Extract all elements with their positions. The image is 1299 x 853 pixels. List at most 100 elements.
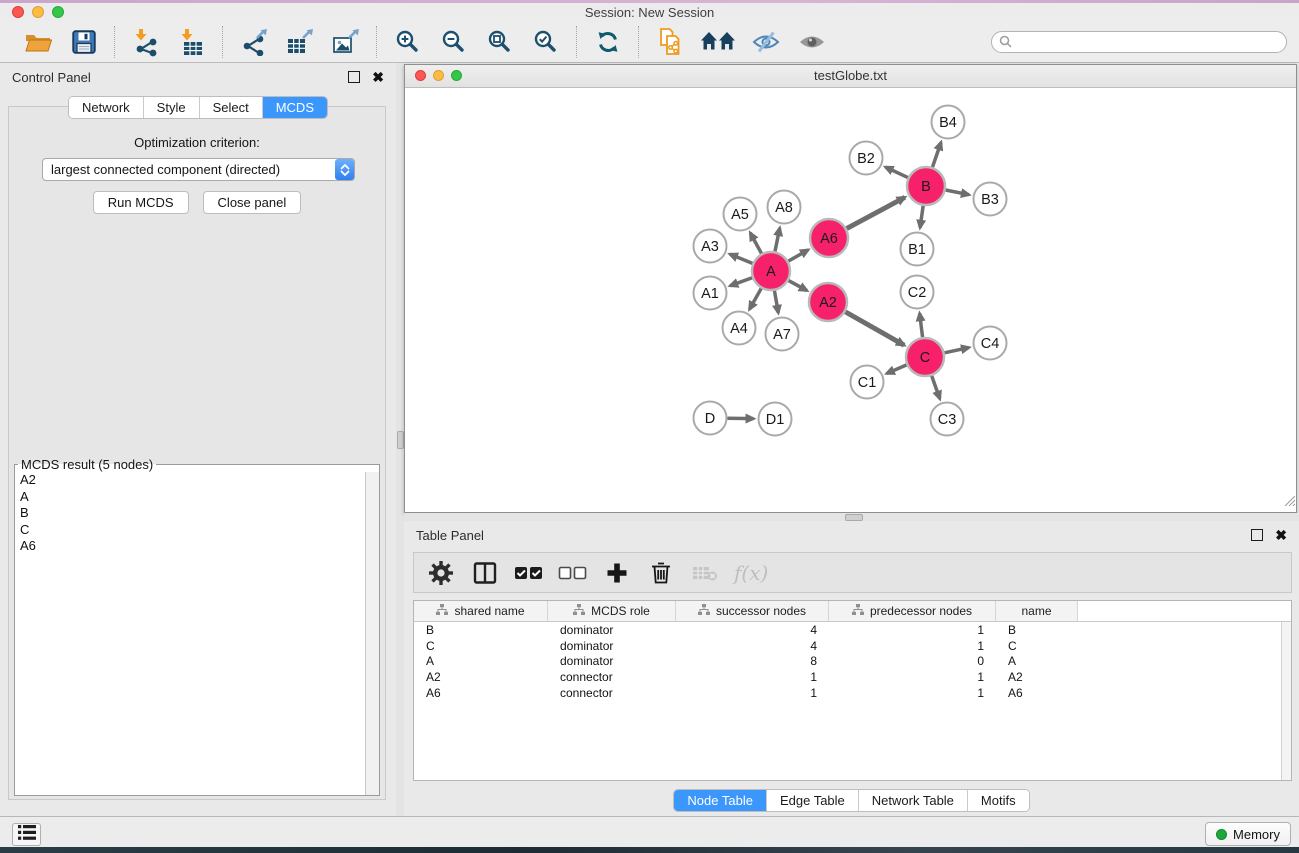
table-cell[interactable]: dominator — [548, 654, 676, 668]
table-cell[interactable]: 4 — [676, 639, 829, 653]
network-close-button[interactable] — [415, 70, 426, 81]
graph-edge-A-A6[interactable] — [788, 250, 808, 261]
table-cell[interactable]: 0 — [829, 654, 996, 668]
refresh-layout-button[interactable] — [593, 27, 623, 57]
table-cell[interactable]: 1 — [829, 670, 996, 684]
graph-edge-B-B1[interactable] — [920, 206, 923, 228]
column-header-predecessor-nodes[interactable]: predecessor nodes — [829, 601, 996, 622]
add-column-button[interactable] — [602, 558, 632, 588]
duplicate-network-button[interactable] — [655, 27, 685, 57]
table-cell[interactable]: 1 — [676, 686, 829, 700]
graph-node-D1[interactable]: D1 — [759, 403, 792, 436]
zoom-in-button[interactable] — [393, 27, 423, 57]
table-tab-edge-table[interactable]: Edge Table — [766, 790, 858, 811]
show-all-networks-button[interactable] — [701, 27, 735, 57]
mcds-list-scrollbar[interactable] — [365, 472, 379, 795]
import-table-button[interactable] — [177, 27, 207, 57]
minimize-window-button[interactable] — [32, 6, 44, 18]
vertical-split-divider[interactable] — [396, 63, 404, 816]
mcds-result-item[interactable]: C — [15, 522, 379, 539]
vertical-split-handle[interactable] — [397, 431, 404, 449]
graph-node-A2[interactable]: A2 — [809, 283, 847, 321]
table-cell[interactable]: connector — [548, 686, 676, 700]
column-header-mcds-role[interactable]: MCDS role — [548, 601, 676, 622]
table-cell[interactable]: A — [996, 654, 1078, 668]
mcds-result-item[interactable]: A2 — [15, 472, 379, 489]
table-cell[interactable]: dominator — [548, 639, 676, 653]
graph-edge-A-A5[interactable] — [750, 233, 761, 254]
tab-network[interactable]: Network — [69, 97, 143, 118]
graph-edge-C-C3[interactable] — [932, 376, 940, 399]
table-cell[interactable]: A2 — [996, 670, 1078, 684]
table-settings-button[interactable] — [426, 558, 456, 588]
close-panel-icon[interactable]: ✖ — [372, 72, 384, 82]
graph-node-A7[interactable]: A7 — [766, 318, 799, 351]
graph-edge-A-A4[interactable] — [750, 288, 762, 309]
graph-node-B4[interactable]: B4 — [932, 106, 965, 139]
memory-button[interactable]: Memory — [1205, 822, 1291, 846]
graph-node-A8[interactable]: A8 — [768, 191, 801, 224]
resize-grip-icon[interactable] — [1282, 493, 1295, 511]
graph-edge-A-A1[interactable] — [730, 278, 752, 286]
graph-node-A6[interactable]: A6 — [810, 219, 848, 257]
zoom-out-button[interactable] — [439, 27, 469, 57]
graph-edge-B-B3[interactable] — [946, 190, 969, 195]
table-cell[interactable]: 8 — [676, 654, 829, 668]
graph-node-C3[interactable]: C3 — [931, 403, 964, 436]
mcds-result-item[interactable]: A6 — [15, 538, 379, 555]
mcds-result-item[interactable]: A — [15, 489, 379, 506]
mcds-result-item[interactable]: B — [15, 505, 379, 522]
unselect-all-rows-button[interactable] — [558, 558, 588, 588]
table-cell[interactable]: C — [996, 639, 1078, 653]
table-cell[interactable]: B — [414, 623, 548, 637]
select-all-rows-button[interactable] — [514, 558, 544, 588]
close-panel-button[interactable]: Close panel — [203, 191, 302, 214]
graph-node-B[interactable]: B — [907, 167, 945, 205]
table-cell[interactable]: 1 — [829, 639, 996, 653]
graph-edge-C-C2[interactable] — [920, 313, 923, 337]
delete-column-button[interactable] — [646, 558, 676, 588]
graph-node-A3[interactable]: A3 — [694, 230, 727, 263]
import-network-button[interactable] — [131, 27, 161, 57]
export-table-button[interactable] — [285, 27, 315, 57]
graph-node-A4[interactable]: A4 — [723, 312, 756, 345]
table-cell[interactable]: A6 — [996, 686, 1078, 700]
save-session-button[interactable] — [69, 27, 99, 57]
graph-node-C4[interactable]: C4 — [974, 327, 1007, 360]
table-row[interactable]: A2connector11A2 — [414, 669, 1291, 685]
graph-node-A1[interactable]: A1 — [694, 277, 727, 310]
graph-node-B2[interactable]: B2 — [850, 142, 883, 175]
graph-edge-A6-B[interactable] — [847, 197, 905, 228]
table-cell[interactable]: dominator — [548, 623, 676, 637]
graph-node-B1[interactable]: B1 — [901, 233, 934, 266]
column-header-successor-nodes[interactable]: successor nodes — [676, 601, 829, 622]
close-window-button[interactable] — [12, 6, 24, 18]
zoom-window-button[interactable] — [52, 6, 64, 18]
graph-node-C2[interactable]: C2 — [901, 276, 934, 309]
table-cell[interactable]: A — [414, 654, 548, 668]
graph-edge-B-B4[interactable] — [933, 142, 942, 167]
graph-edge-A-A3[interactable] — [730, 254, 753, 263]
table-cell[interactable]: 1 — [676, 670, 829, 684]
table-row[interactable]: Cdominator41C — [414, 638, 1291, 654]
horizontal-split-handle[interactable] — [845, 514, 863, 521]
graph-edge-C-C4[interactable] — [945, 348, 969, 353]
float-table-panel-icon[interactable] — [1251, 529, 1263, 541]
table-cell[interactable]: 1 — [829, 686, 996, 700]
table-row[interactable]: Adominator80A — [414, 654, 1291, 670]
graph-node-A[interactable]: A — [752, 252, 790, 290]
table-cell[interactable]: 1 — [829, 623, 996, 637]
hide-annotations-button[interactable] — [751, 27, 781, 57]
table-row[interactable]: A6connector11A6 — [414, 685, 1291, 701]
table-row[interactable]: Bdominator41B — [414, 622, 1291, 638]
graph-edge-B-B2[interactable] — [885, 167, 907, 177]
graph-node-D[interactable]: D — [694, 402, 727, 435]
column-header-shared-name[interactable]: shared name — [414, 601, 548, 622]
tab-mcds[interactable]: MCDS — [262, 97, 327, 118]
network-zoom-button[interactable] — [451, 70, 462, 81]
table-scrollbar[interactable] — [1281, 622, 1291, 780]
export-network-button[interactable] — [239, 27, 269, 57]
search-input[interactable] — [991, 31, 1287, 53]
table-tab-node-table[interactable]: Node Table — [674, 790, 766, 811]
graph-edge-C-C1[interactable] — [887, 365, 907, 374]
